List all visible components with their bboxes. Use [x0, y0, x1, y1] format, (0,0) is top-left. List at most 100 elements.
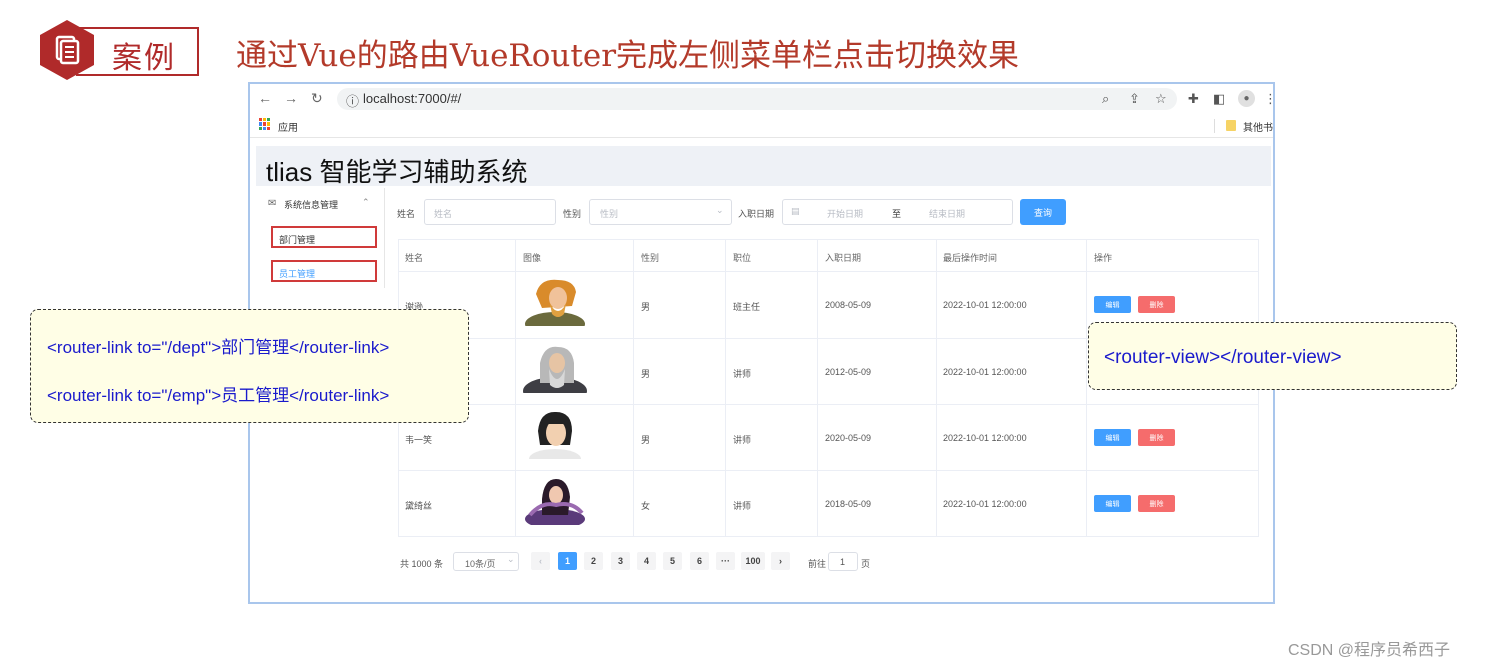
cell-name: 韦一笑 [405, 435, 433, 445]
name-input-placeholder: 姓名 [434, 209, 453, 219]
page-button[interactable]: 100 [741, 552, 765, 570]
avatar [522, 343, 588, 405]
router-view-code: <router-view></router-view> [1104, 347, 1342, 368]
page-button[interactable]: 2 [584, 552, 603, 570]
calendar-icon: ▤ [791, 206, 800, 216]
row-divider [398, 404, 1259, 405]
info-icon[interactable]: ⓘ [346, 91, 359, 110]
cell-entry-date: 2012-05-09 [825, 367, 872, 377]
gender-select-placeholder: 性别 [600, 209, 619, 219]
col-divider [725, 239, 726, 537]
cell-gender: 男 [641, 435, 651, 445]
avatar [522, 276, 588, 336]
col-divider [936, 239, 937, 537]
page-button[interactable]: 1 [558, 552, 577, 570]
folder-icon [1226, 120, 1236, 131]
cell-entry-date: 2020-05-09 [825, 433, 872, 443]
extensions-icon[interactable]: ✚ [1188, 91, 1199, 107]
case-badge-label: 案例 [112, 41, 176, 76]
prev-page-button[interactable]: ‹ [531, 552, 550, 570]
col-header-name: 姓名 [405, 253, 424, 263]
goto-suffix: 页 [861, 559, 871, 569]
cell-gender: 男 [641, 302, 651, 312]
cell-updated: 2022-10-01 12:00:00 [943, 367, 1027, 377]
cell-gender: 男 [641, 369, 651, 379]
name-filter-label: 姓名 [397, 209, 416, 219]
col-header-gender: 性别 [641, 253, 660, 263]
cell-updated: 2022-10-01 12:00:00 [943, 499, 1027, 509]
apps-grid-icon[interactable] [259, 118, 271, 130]
col-divider [515, 239, 516, 537]
goto-label: 前往 [808, 559, 827, 569]
mail-icon: ✉ [268, 198, 277, 209]
range-separator: 至 [892, 209, 902, 219]
col-divider [633, 239, 634, 537]
col-header-job: 职位 [733, 253, 752, 263]
gender-filter-label: 性别 [563, 209, 582, 219]
sidebar-item-emp[interactable]: 员工管理 [279, 267, 315, 280]
star-icon[interactable]: ☆ [1155, 91, 1167, 107]
chevron-down-icon[interactable]: ⌄ [507, 554, 515, 565]
row-divider [398, 470, 1259, 471]
start-date-placeholder[interactable]: 开始日期 [827, 207, 863, 220]
cell-job: 讲师 [733, 435, 752, 445]
chevron-down-icon[interactable]: ⌄ [716, 205, 724, 216]
cell-gender: 女 [641, 501, 651, 511]
delete-button[interactable]: 删除 [1138, 495, 1175, 512]
goto-value: 1 [840, 557, 846, 567]
edit-button[interactable]: 编辑 [1094, 429, 1131, 446]
bookmark-other[interactable]: 其他书 [1243, 119, 1273, 134]
url-text[interactable]: localhost:7000/#/ [363, 91, 461, 106]
back-icon[interactable]: ← [258, 90, 272, 106]
chevron-up-icon[interactable]: ⌃ [362, 197, 370, 208]
bookmark-apps[interactable]: 应用 [278, 119, 298, 134]
page-ellipsis[interactable]: ··· [716, 552, 735, 570]
next-page-button[interactable]: › [771, 552, 790, 570]
zoom-icon[interactable]: ⌕ [1102, 91, 1109, 107]
pagination-total: 共 1000 条 [400, 559, 444, 569]
cell-job: 班主任 [733, 302, 761, 312]
menu-icon[interactable]: ⋮ [1264, 91, 1273, 107]
table-header-divider [398, 271, 1259, 272]
col-header-image: 图像 [523, 253, 542, 263]
sidebar-group-title[interactable]: 系统信息管理 [284, 198, 338, 211]
cell-name: 黛绮丝 [405, 501, 433, 511]
reload-icon[interactable]: ↻ [311, 90, 323, 107]
page-button[interactable]: 4 [637, 552, 656, 570]
sidepanel-icon[interactable]: ◧ [1213, 91, 1225, 107]
edit-button[interactable]: 编辑 [1094, 495, 1131, 512]
col-divider [817, 239, 818, 537]
query-button[interactable]: 查询 [1020, 199, 1066, 225]
end-date-placeholder[interactable]: 结束日期 [929, 207, 965, 220]
edit-button[interactable]: 编辑 [1094, 296, 1131, 313]
cell-job: 讲师 [733, 501, 752, 511]
profile-icon[interactable]: ● [1238, 90, 1255, 107]
bookmarks-bar [250, 114, 1273, 138]
sidebar-item-dept[interactable]: 部门管理 [279, 233, 315, 246]
cell-updated: 2022-10-01 12:00:00 [943, 433, 1027, 443]
col-header-updated: 最后操作时间 [943, 253, 998, 263]
page-button[interactable]: 6 [690, 552, 709, 570]
col-divider [1086, 239, 1087, 537]
cell-entry-date: 2008-05-09 [825, 300, 872, 310]
cell-job: 讲师 [733, 369, 752, 379]
router-link-dept-code: <router-link to="/dept">部门管理</router-lin… [47, 338, 390, 357]
bookmark-divider [1214, 119, 1215, 133]
avatar [522, 475, 588, 529]
delete-button[interactable]: 删除 [1138, 429, 1175, 446]
avatar [522, 409, 588, 469]
slide-title: 通过Vue的路由VueRouter完成左侧菜单栏点击切换效果 [236, 38, 1020, 74]
delete-button[interactable]: 删除 [1138, 296, 1175, 313]
cell-entry-date: 2018-05-09 [825, 499, 872, 509]
share-icon[interactable]: ⇪ [1129, 91, 1140, 107]
router-link-emp-code: <router-link to="/emp">员工管理</router-link… [47, 386, 390, 405]
watermark: CSDN @程序员希西子 [1288, 642, 1451, 659]
forward-icon[interactable]: → [284, 90, 298, 106]
cell-updated: 2022-10-01 12:00:00 [943, 300, 1027, 310]
date-filter-label: 入职日期 [738, 209, 775, 219]
page-button[interactable]: 5 [663, 552, 682, 570]
page-button[interactable]: 3 [611, 552, 630, 570]
address-bar[interactable] [337, 88, 1177, 110]
col-header-actions: 操作 [1094, 253, 1113, 263]
page-size-value: 10条/页 [465, 559, 496, 569]
